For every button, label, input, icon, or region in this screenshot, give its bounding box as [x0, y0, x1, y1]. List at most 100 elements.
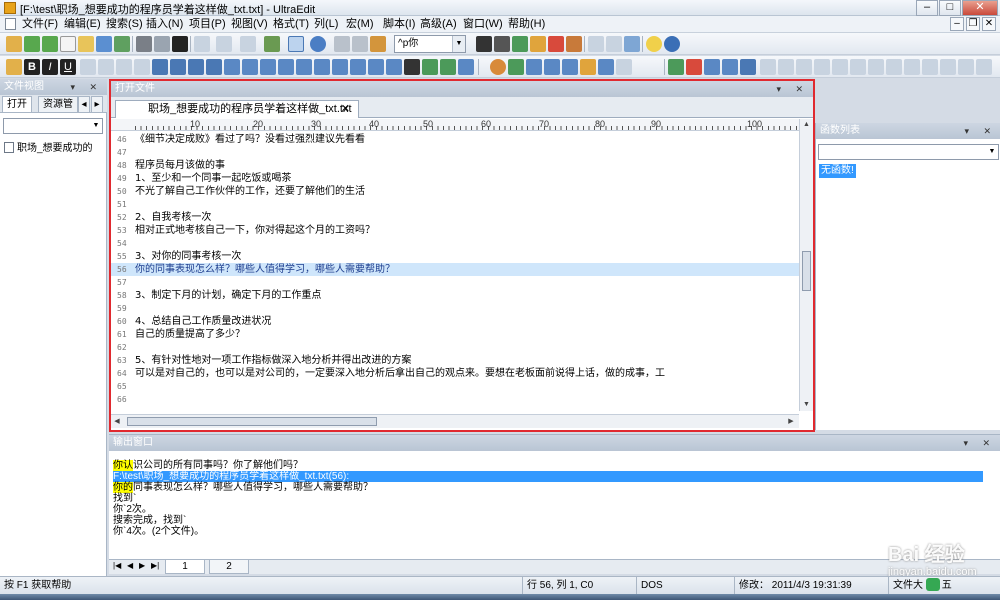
editor-line[interactable]: 65	[111, 380, 799, 393]
hex-mode-icon[interactable]	[288, 36, 304, 52]
word-wrap-icon[interactable]	[240, 36, 256, 52]
window-icon[interactable]	[940, 59, 956, 75]
menu-view[interactable]: 视图(V)	[231, 17, 268, 32]
layer-icon[interactable]	[206, 59, 222, 75]
tab-open[interactable]: 打开	[2, 96, 32, 112]
new-file-icon[interactable]	[6, 36, 22, 52]
back-icon[interactable]	[24, 36, 40, 52]
mdi-restore-button[interactable]: ❐	[966, 17, 980, 31]
word-count-icon[interactable]	[814, 59, 830, 75]
document-tab[interactable]: 职场_想要成功的程序员学着这样做_txt.txt ✕	[115, 100, 359, 118]
justify-icon[interactable]	[134, 59, 150, 75]
panel-controls[interactable]: ▾ ✕	[776, 81, 809, 97]
open-folder-icon[interactable]	[78, 36, 94, 52]
vertical-scroll-thumb[interactable]	[802, 251, 811, 291]
find-in-files-icon[interactable]	[548, 36, 564, 52]
macro-repeat-icon[interactable]	[722, 59, 738, 75]
tab-explorer[interactable]: 资源管	[38, 96, 78, 112]
bookmark-icon[interactable]	[530, 36, 546, 52]
ruler-icon[interactable]	[194, 36, 210, 52]
chevron-down-icon[interactable]: ▼	[452, 36, 465, 52]
mdi-minimize-button[interactable]: –	[950, 17, 964, 31]
output-line[interactable]: 搜索完成，找到`	[113, 515, 993, 526]
refresh-icon[interactable]	[508, 59, 524, 75]
text-editor-area[interactable]: 46 《细节决定成败》看过了吗？没看过强烈建议先看看 47 48 程序员每月该做的事 49…	[111, 133, 799, 403]
editor-line[interactable]: 64 可以是对自己的，也可以是对公司的，一定要深入地分析后拿出自己的观点来。要想在…	[111, 367, 799, 380]
link-icon[interactable]	[422, 59, 438, 75]
column-mode-icon[interactable]	[264, 36, 280, 52]
panel-icon[interactable]	[958, 59, 974, 75]
frame-icon[interactable]	[224, 59, 240, 75]
validate-icon[interactable]	[544, 59, 560, 75]
vertical-scrollbar[interactable]: ▲ ▼	[799, 119, 813, 411]
tip-bulb-icon[interactable]	[646, 36, 662, 52]
panel-controls[interactable]: ▾ ✕	[70, 79, 103, 95]
editor-line[interactable]: 47	[111, 146, 799, 159]
editor-line[interactable]: 60 4、总结自己工作质量改进状况	[111, 315, 799, 328]
minimize-button[interactable]: –	[916, 0, 938, 16]
editor-line[interactable]: 57	[111, 276, 799, 289]
split-window-icon[interactable]	[588, 36, 604, 52]
maximize-button[interactable]: □	[939, 0, 961, 16]
scroll-right-icon[interactable]: ▶	[785, 415, 797, 428]
scroll-up-icon[interactable]: ▲	[800, 119, 813, 131]
menu-project[interactable]: 项目(P)	[189, 17, 226, 32]
textarea-element-icon[interactable]	[296, 59, 312, 75]
color-icon[interactable]	[490, 59, 506, 75]
menu-format[interactable]: 格式(T)	[273, 17, 309, 32]
bold-icon[interactable]: B	[24, 59, 40, 75]
print-preview-icon[interactable]	[154, 36, 170, 52]
table-icon[interactable]	[152, 59, 168, 75]
editor-line[interactable]: 61 自己的质量提高了多少？	[111, 328, 799, 341]
tools-icon[interactable]	[886, 59, 902, 75]
editor-line[interactable]: 58 3、制定下月的计划，确定下月的工作重点	[111, 289, 799, 302]
spell-check-icon[interactable]	[778, 59, 794, 75]
list-icon[interactable]	[188, 59, 204, 75]
editor-line[interactable]: 53 相对正式地考核自己一下，你对得起这个月的工资吗？	[111, 224, 799, 237]
radio-element-icon[interactable]	[350, 59, 366, 75]
button-element-icon[interactable]	[314, 59, 330, 75]
output-tab-1[interactable]: 1	[165, 560, 205, 574]
toggle-icon[interactable]	[616, 59, 632, 75]
anchor-icon[interactable]	[404, 59, 420, 75]
editor-line[interactable]: 63 5、有针对性地对一项工作指标做深入地分析并得出改进的方案	[111, 354, 799, 367]
italic-icon[interactable]: I	[42, 59, 58, 75]
tag-list-icon[interactable]	[562, 59, 578, 75]
panel-controls[interactable]: ▾ ✕	[963, 435, 996, 451]
more-icon[interactable]	[976, 59, 992, 75]
scroll-down-icon[interactable]: ▼	[800, 399, 813, 411]
menu-column[interactable]: 列(L)	[314, 17, 338, 32]
horizontal-scroll-thumb[interactable]	[127, 417, 377, 426]
line-numbers-icon[interactable]	[216, 36, 232, 52]
print-icon[interactable]	[136, 36, 152, 52]
align-right-icon[interactable]	[116, 59, 132, 75]
chevron-down-icon[interactable]: ▼	[986, 145, 998, 159]
sort-icon[interactable]	[796, 59, 812, 75]
output-line[interactable]: 你`2次。	[113, 504, 993, 515]
ftp-icon[interactable]	[868, 59, 884, 75]
menu-search[interactable]: 搜索(S)	[106, 17, 143, 32]
quick-search-combo[interactable]: ^p你 ▼	[394, 35, 466, 53]
div-icon[interactable]	[242, 59, 258, 75]
pencil-icon[interactable]	[580, 59, 596, 75]
form-icon[interactable]	[170, 59, 186, 75]
forward-icon[interactable]	[42, 36, 58, 52]
preview-icon[interactable]	[526, 59, 542, 75]
align-center-icon[interactable]	[98, 59, 114, 75]
file-filter-combo[interactable]: ▼	[3, 118, 103, 134]
tab-scroll-right-icon[interactable]: ▸	[91, 96, 103, 112]
horizontal-scrollbar[interactable]: ◀ ▶	[111, 414, 799, 428]
browser-icon[interactable]	[310, 36, 326, 52]
output-selected-line[interactable]: F:\test\职场_想要成功的程序员学着这样做_txt.txt(56):	[113, 471, 983, 482]
find-next-icon[interactable]	[494, 36, 510, 52]
find-icon[interactable]	[476, 36, 492, 52]
options-icon[interactable]	[850, 59, 866, 75]
editor-line[interactable]: 54	[111, 237, 799, 250]
no-functions-item[interactable]: 无函数!	[819, 164, 856, 178]
fullscreen-icon[interactable]	[922, 59, 938, 75]
copy-icon[interactable]	[352, 36, 368, 52]
underline-icon[interactable]: U	[60, 59, 76, 75]
ime-mode[interactable]: 五	[942, 580, 952, 591]
span-icon[interactable]	[260, 59, 276, 75]
hr-element-icon[interactable]	[458, 59, 474, 75]
